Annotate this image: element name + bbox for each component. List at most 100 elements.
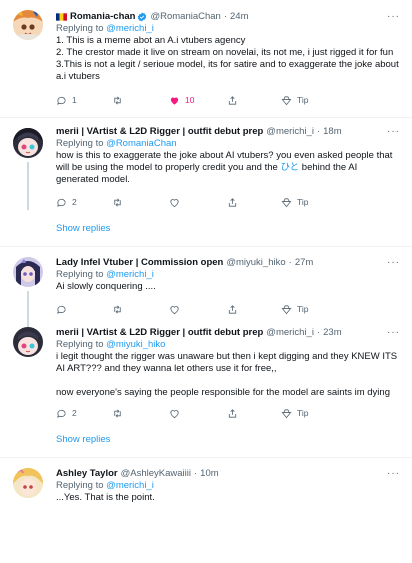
tip-label: Tip <box>297 408 309 418</box>
tweet-text: how is this to exaggerate the joke about… <box>56 150 402 186</box>
display-name[interactable]: Ashley Taylor <box>56 468 118 480</box>
share-button[interactable] <box>227 304 281 315</box>
tip-icon <box>281 95 292 105</box>
like-count: 10 <box>185 95 195 105</box>
tweet-actions: 1 10 Tip <box>56 90 402 110</box>
reply-icon <box>57 305 66 314</box>
timestamp[interactable]: 18m <box>323 126 341 138</box>
tip-icon <box>281 304 292 314</box>
tip-button[interactable]: Tip <box>281 197 309 208</box>
more-options-icon[interactable]: ··· <box>387 468 400 479</box>
timestamp[interactable]: 23m <box>323 327 341 339</box>
handle[interactable]: @RomaniaChan <box>150 11 220 23</box>
display-name[interactable]: merii | VArtist & L2D Rigger | outfit de… <box>56 126 263 138</box>
separator-dot: · <box>316 327 321 338</box>
replying-to: Replying to @miyuki_hiko <box>56 339 402 351</box>
reply-button[interactable]: 2 <box>56 408 112 419</box>
more-options-icon[interactable]: ··· <box>387 126 400 137</box>
reply-count: 2 <box>72 197 77 207</box>
retweet-icon <box>114 96 121 104</box>
tip-label: Tip <box>297 95 309 105</box>
reply-button[interactable]: 2 <box>56 197 112 208</box>
retweet-button[interactable] <box>112 304 169 315</box>
tip-icon <box>281 197 292 207</box>
mention-link[interactable]: @merichi_i <box>106 480 154 491</box>
share-button[interactable] <box>227 95 281 106</box>
handle[interactable]: @merichi_i <box>266 126 314 138</box>
display-name[interactable]: merii | VArtist & L2D Rigger | outfit de… <box>56 327 263 339</box>
timestamp[interactable]: 10m <box>200 468 218 480</box>
timestamp[interactable]: 24m <box>230 11 248 23</box>
handle[interactable]: @merichi_i <box>266 327 314 339</box>
tweet-merii-1[interactable]: merii | VArtist & L2D Rigger | outfit de… <box>0 118 412 212</box>
show-replies-link[interactable]: Show replies <box>0 425 412 457</box>
mention-link[interactable]: @RomaniaChan <box>106 138 176 149</box>
mention-link[interactable]: @merichi_i <box>106 269 154 280</box>
share-button[interactable] <box>227 197 281 208</box>
retweet-button[interactable] <box>112 408 169 419</box>
tweet-header: Lady Infel Vtuber | Commission open @miy… <box>56 257 402 269</box>
avatar[interactable] <box>13 10 43 40</box>
show-replies-link[interactable]: Show replies <box>0 214 412 246</box>
like-button[interactable] <box>169 197 227 208</box>
mention-link[interactable]: @merichi_i <box>106 23 154 34</box>
timestamp[interactable]: 27m <box>295 257 313 269</box>
handle[interactable]: @miyuki_hiko <box>226 257 285 269</box>
tweet-merii-2[interactable]: merii | VArtist & L2D Rigger | outfit de… <box>0 319 412 423</box>
tweet-ashley-taylor[interactable]: Ashley Taylor @AshleyKawaiiii · 10m ··· … <box>0 458 412 504</box>
more-options-icon[interactable]: ··· <box>387 257 400 268</box>
tweet-text: Ai slowly conquering .... <box>56 281 156 292</box>
tweet-header: merii | VArtist & L2D Rigger | outfit de… <box>56 126 402 138</box>
tweet-header: Romania-chan @RomaniaChan · 24m <box>56 11 402 23</box>
retweet-icon <box>114 305 121 313</box>
share-button[interactable] <box>227 408 281 419</box>
replying-label: Replying to <box>56 138 107 149</box>
retweet-icon <box>114 409 121 417</box>
reply-icon <box>57 198 66 207</box>
tip-label: Tip <box>297 304 309 314</box>
reply-count: 1 <box>72 95 77 105</box>
like-button[interactable] <box>169 408 227 419</box>
heart-icon <box>170 409 179 418</box>
tip-button[interactable]: Tip <box>281 95 309 106</box>
verified-badge-icon <box>137 12 147 22</box>
replying-to: Replying to @merichi_i <box>56 23 402 35</box>
tip-button[interactable]: Tip <box>281 408 309 419</box>
tip-icon <box>281 408 292 418</box>
replying-label: Replying to <box>56 269 107 280</box>
like-button[interactable]: 10 <box>169 95 227 106</box>
replying-label: Replying to <box>56 480 107 491</box>
tweet-romania-chan[interactable]: Romania-chan @RomaniaChan · 24m ··· Repl… <box>0 0 412 110</box>
tweet-text: 1. This is a meme abot an A.i vtubers ag… <box>56 35 399 82</box>
handle[interactable]: @AshleyKawaiiii <box>121 468 191 480</box>
more-options-icon[interactable]: ··· <box>387 11 400 22</box>
avatar[interactable] <box>13 128 43 158</box>
avatar[interactable] <box>13 327 43 357</box>
tip-label: Tip <box>297 197 309 207</box>
retweet-button[interactable] <box>112 197 169 208</box>
avatar[interactable] <box>13 468 43 498</box>
reply-icon <box>57 409 66 418</box>
tip-button[interactable]: Tip <box>281 304 309 315</box>
retweet-icon <box>114 198 121 206</box>
share-icon <box>228 95 237 105</box>
mention-link[interactable]: @miyuki_hiko <box>106 339 165 350</box>
hashtag-link[interactable]: ひと <box>280 162 299 173</box>
avatar[interactable] <box>13 257 43 287</box>
like-button[interactable] <box>169 304 227 315</box>
reply-icon <box>57 96 66 105</box>
retweet-button[interactable] <box>112 95 169 106</box>
reply-button[interactable] <box>56 304 112 315</box>
display-name[interactable]: Romania-chan <box>70 11 135 23</box>
more-options-icon[interactable]: ··· <box>387 327 400 338</box>
romania-flag-icon <box>56 13 67 21</box>
thread-line <box>27 162 29 210</box>
heart-icon <box>170 305 179 314</box>
display-name[interactable]: Lady Infel Vtuber | Commission open <box>56 257 223 269</box>
tweet-header: merii | VArtist & L2D Rigger | outfit de… <box>56 327 402 339</box>
tweet-lady-infel[interactable]: Lady Infel Vtuber | Commission open @miy… <box>0 247 412 339</box>
replying-to: Replying to @merichi_i <box>56 269 402 281</box>
reply-button[interactable]: 1 <box>56 95 112 106</box>
tweet-actions: 2 Tip <box>56 192 402 212</box>
share-icon <box>228 197 237 207</box>
